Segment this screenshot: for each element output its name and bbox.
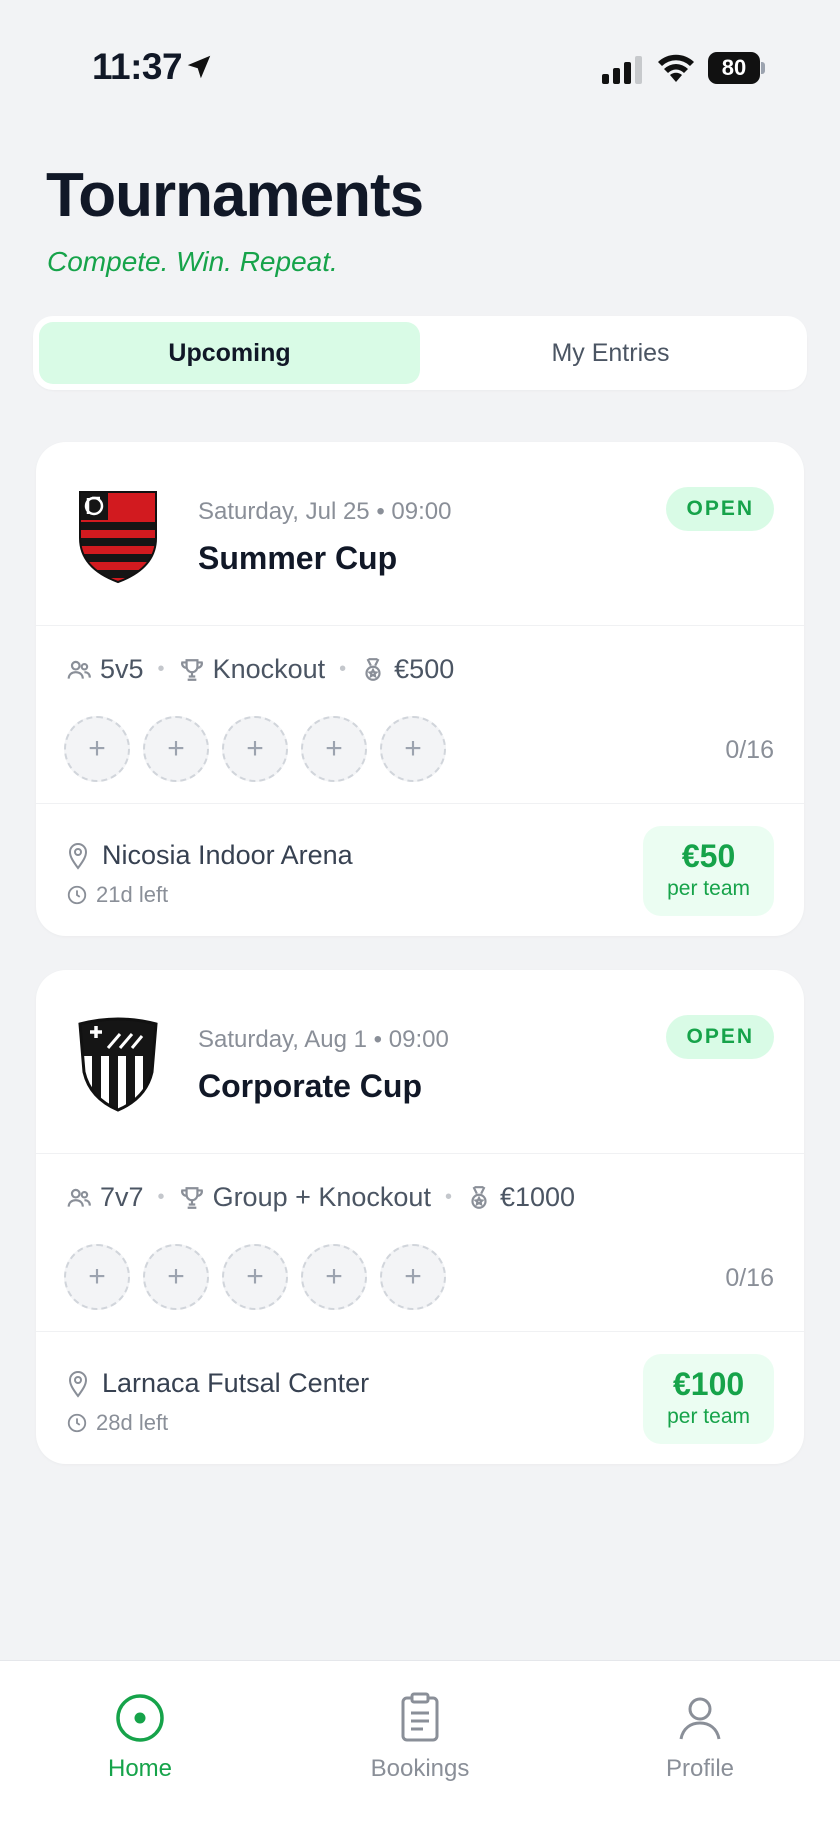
entry-price[interactable]: €100 per team [643,1354,774,1444]
price-unit: per team [667,1405,750,1428]
nav-bookings[interactable]: Bookings [340,1691,500,1783]
price-amount: €100 [672,1366,745,1402]
venue-name: Larnaca Futsal Center [102,1368,370,1398]
clock-icon [67,1413,87,1433]
battery-level: 80 [721,55,747,80]
page-tagline: Compete. Win. Repeat. [47,246,338,277]
flamengo-crest-icon [79,491,157,584]
tournament-card[interactable]: Saturday, Jul 25 • 09:00 Summer Cup OPEN… [36,442,804,936]
tournament-tabs: Upcoming My Entries [33,316,807,390]
nav-home[interactable]: Home [60,1691,220,1783]
add-team-slot[interactable]: + [143,716,209,782]
status-time: 11:37 [92,46,183,87]
venue-name: Nicosia Indoor Arena [102,840,353,870]
nav-profile[interactable]: Profile [620,1691,780,1783]
card-details: 7v7 • Group + Knockout • €1000 + + + + +… [36,1154,804,1332]
bottom-nav: Home Bookings Profile [0,1660,840,1826]
status-bar: 11:37 80 [0,0,840,130]
home-target-icon [116,1694,164,1742]
page-title: Tournaments [46,161,424,230]
tournament-card[interactable]: Saturday, Aug 1 • 09:00 Corporate Cup OP… [36,970,804,1464]
add-team-slot[interactable]: + [222,1244,288,1310]
add-team-slot[interactable]: + [380,1244,446,1310]
type-label: Knockout [212,654,326,684]
status-badge: OPEN [666,487,774,531]
time-left: 28d left [66,1410,168,1436]
add-team-slot[interactable]: + [143,1244,209,1310]
players-icon [67,1188,91,1207]
sfc-crest-icon [78,1017,158,1112]
add-team-slot[interactable]: + [301,716,367,782]
tournament-date: Saturday, Aug 1 • 09:00 [198,1026,449,1053]
time-left-label: 21d left [96,882,169,907]
entry-price[interactable]: €50 per team [643,826,774,916]
card-footer: Larnaca Futsal Center 28d left €100 per … [36,1332,804,1464]
card-header: Saturday, Jul 25 • 09:00 Summer Cup OPEN [36,442,804,626]
card-footer: Nicosia Indoor Arena 21d left €50 per te… [36,804,804,936]
clock-icon [67,885,87,905]
tournament-meta: 5v5 • Knockout • €500 [66,654,454,685]
battery-icon: 80 [708,52,766,84]
location-arrow-icon [187,55,211,79]
location-pin-icon [68,1370,88,1398]
medal-icon [471,1185,487,1209]
tournament-meta: 7v7 • Group + Knockout • €1000 [66,1182,575,1213]
team-slots: + + + + + [64,1244,459,1310]
team-slots: + + + + + [64,716,459,782]
price-unit: per team [667,877,750,900]
trophy-icon [180,1186,203,1209]
format-label: 7v7 [100,1182,144,1212]
price-amount: €50 [681,838,736,874]
slots-count: 0/16 [725,1264,774,1292]
add-team-slot[interactable]: + [380,716,446,782]
tournament-name: Corporate Cup [198,1068,422,1104]
nav-home-label: Home [107,1755,173,1782]
tab-my-entries[interactable]: My Entries [420,322,801,384]
players-icon [67,660,91,679]
trophy-icon [180,658,203,681]
medal-icon [365,657,381,681]
tournaments-screen: 11:37 80 Tournaments Compete. Win. Repea… [0,0,840,1826]
card-details: 5v5 • Knockout • €500 + + + + + 0/16 [36,626,804,804]
person-icon [679,1697,721,1740]
status-badge: OPEN [666,1015,774,1059]
location-pin-icon [68,842,88,870]
add-team-slot[interactable]: + [301,1244,367,1310]
nav-profile-label: Profile [665,1755,735,1782]
nav-bookings-label: Bookings [370,1755,470,1782]
add-team-slot[interactable]: + [222,716,288,782]
slots-count: 0/16 [725,736,774,764]
tournament-name: Summer Cup [198,540,398,576]
tournament-date: Saturday, Jul 25 • 09:00 [198,498,452,525]
add-team-slot[interactable]: + [64,1244,130,1310]
prize-label: €500 [394,654,455,684]
type-label: Group + Knockout [212,1182,431,1212]
wifi-icon [658,54,694,82]
tab-upcoming[interactable]: Upcoming [39,322,420,384]
clipboard-icon [401,1692,439,1742]
cellular-signal-icon [602,56,642,84]
venue: Nicosia Indoor Arena [66,840,353,871]
time-left: 21d left [66,882,168,908]
venue: Larnaca Futsal Center [66,1368,369,1399]
card-header: Saturday, Aug 1 • 09:00 Corporate Cup OP… [36,970,804,1154]
format-label: 5v5 [100,654,144,684]
add-team-slot[interactable]: + [64,716,130,782]
time-left-label: 28d left [96,1410,169,1435]
prize-label: €1000 [499,1182,576,1212]
